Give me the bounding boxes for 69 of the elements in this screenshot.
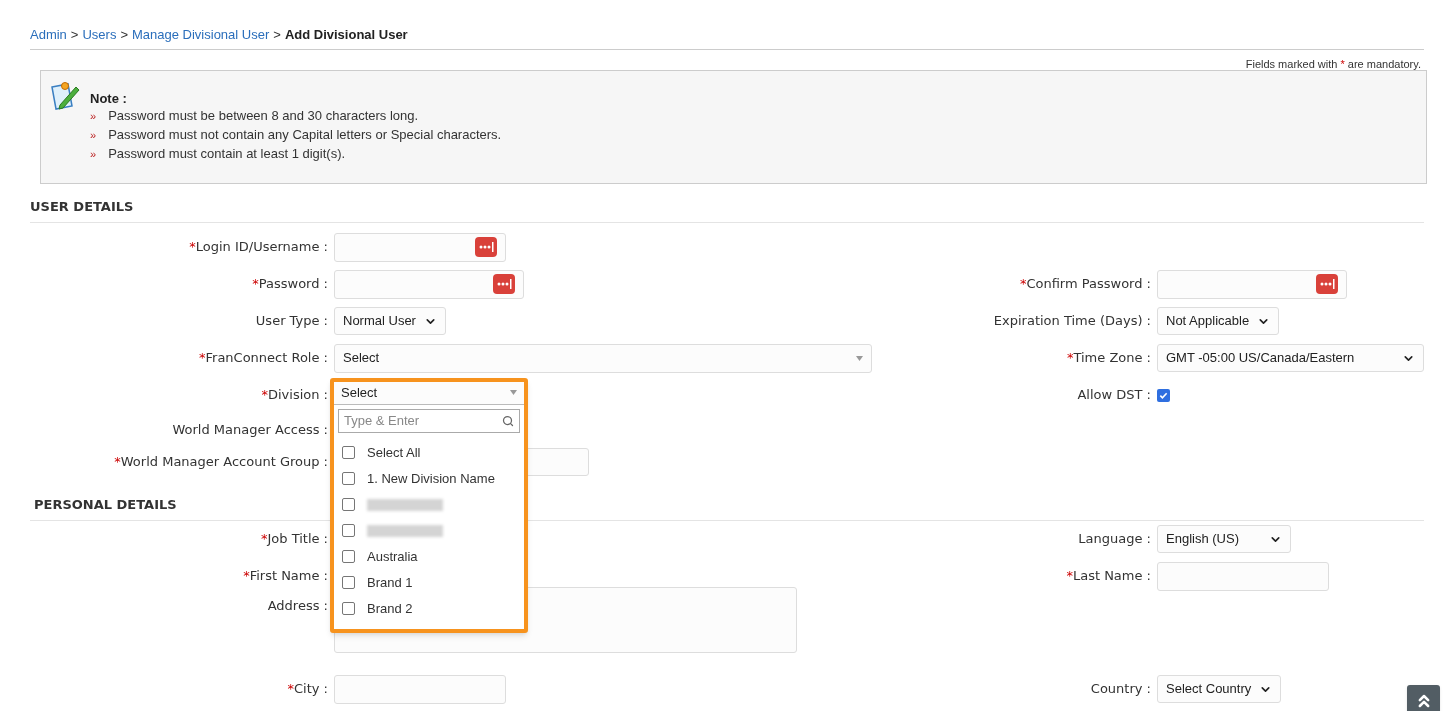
field-label: *Time Zone : <box>1066 349 1151 368</box>
field-label: User Type : <box>255 312 328 331</box>
checkbox[interactable] <box>342 446 355 459</box>
breadcrumb-current: Add Divisional User <box>284 26 408 44</box>
field-label: Allow DST : <box>1077 386 1151 405</box>
scroll-to-top-button[interactable] <box>1407 685 1440 711</box>
field-label: *Job Title : <box>260 530 328 549</box>
checkbox[interactable] <box>342 602 355 615</box>
option-label[interactable]: Select All <box>367 442 421 463</box>
breadcrumb-separator: > <box>273 26 281 44</box>
breadcrumb-link[interactable]: Manage Divisional User <box>132 25 270 45</box>
section-heading: PERSONAL DETAILS <box>34 496 177 512</box>
checkbox[interactable] <box>342 472 355 485</box>
note-title: Note : <box>90 89 128 107</box>
search-field[interactable]: Type & Enter <box>338 408 520 433</box>
checkbox[interactable] <box>342 550 355 563</box>
field-label: *Last Name : <box>1066 567 1151 586</box>
select-dropdown[interactable]: GMT -05:00 US/Canada/Eastern <box>1157 344 1424 372</box>
option-label[interactable]: Australia <box>367 546 418 567</box>
select-dropdown[interactable]: Select Country <box>1157 675 1281 703</box>
field-label: *Login ID/Username : <box>189 238 328 257</box>
breadcrumb-separator: > <box>120 26 128 44</box>
field-label: Country : <box>1090 680 1151 699</box>
option-label[interactable]: Brand 2 <box>367 598 413 619</box>
field-label: Expiration Time (Days) : <box>993 312 1151 331</box>
bullet-mark: » <box>90 146 97 162</box>
checkbox[interactable] <box>1157 388 1170 402</box>
select-dropdown[interactable]: Normal User <box>334 307 446 335</box>
select-dropdown[interactable]: English (US) <box>1157 525 1291 553</box>
select-dropdown[interactable]: Select <box>334 343 872 373</box>
search-icon <box>502 414 514 427</box>
field-label: Language : <box>1078 530 1151 549</box>
section-heading: USER DETAILS <box>30 198 134 214</box>
checkbox[interactable] <box>342 524 355 537</box>
note-item: Password must be between 8 and 30 characters long. <box>108 107 419 126</box>
breadcrumb-separator: > <box>70 26 79 44</box>
breadcrumb-link[interactable]: Users <box>82 25 117 45</box>
checkbox[interactable] <box>342 576 355 589</box>
text-field[interactable] <box>334 674 506 704</box>
password-field[interactable] <box>334 232 506 262</box>
option-label[interactable]: Brand 1 <box>367 572 413 593</box>
password-manager-icon[interactable] <box>1316 274 1338 294</box>
breadcrumb-link[interactable]: Admin <box>30 25 67 45</box>
notepad-pencil-icon <box>50 80 82 111</box>
password-manager-icon[interactable] <box>475 237 497 257</box>
triangle-down-icon <box>856 355 863 361</box>
checkbox[interactable] <box>342 498 355 511</box>
field-label: *City : <box>287 680 328 699</box>
mandatory-note: Fields marked with * are mandatory. <box>1245 56 1421 72</box>
password-field[interactable] <box>334 269 524 299</box>
field-label: *First Name : <box>243 567 328 586</box>
field-label: Address : <box>267 596 328 615</box>
bullet-mark: » <box>90 127 97 143</box>
password-manager-icon[interactable] <box>493 274 515 294</box>
field-label: *Division : <box>261 386 328 405</box>
note-item: Password must not contain any Capital letters or Special characters. <box>108 126 502 145</box>
bullet-mark: » <box>90 108 97 124</box>
field-label: World Manager Access : <box>172 420 328 439</box>
field-label: *Password : <box>252 275 328 294</box>
text-field[interactable] <box>1157 561 1329 591</box>
field-label: *World Manager Account Group : <box>114 452 328 471</box>
password-field[interactable] <box>1157 269 1347 299</box>
select-dropdown[interactable]: Not Applicable <box>1157 307 1280 335</box>
select-dropdown[interactable]: Select <box>334 381 524 405</box>
field-label: *FranConnect Role : <box>199 349 328 368</box>
field-label: *Confirm Password : <box>1019 275 1151 294</box>
note-item: Password must contain at least 1 digit(s). <box>108 145 346 164</box>
option-label[interactable]: 1. New Division Name <box>367 468 495 489</box>
triangle-down-icon <box>510 390 517 395</box>
